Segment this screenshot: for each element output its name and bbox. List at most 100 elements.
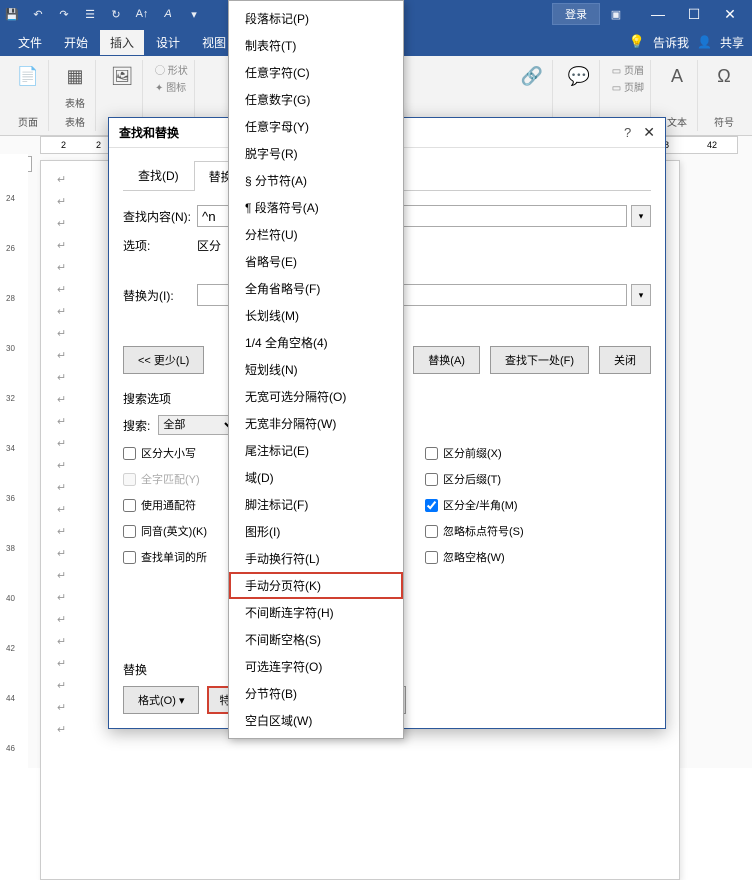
find-label: 查找内容(N):	[123, 208, 197, 225]
checkbox[interactable]	[123, 447, 136, 460]
checkbox-item[interactable]: 区分全/半角(M)	[425, 497, 524, 513]
ribbon-display-icon[interactable]: ▣	[608, 6, 624, 22]
special-format-dropdown: 段落标记(P)制表符(T)任意字符(C)任意数字(G)任意字母(Y)脱字号(R)…	[228, 0, 404, 739]
ribbon-table[interactable]: ▦ 表格 表格	[55, 60, 96, 131]
dropdown-item[interactable]: 任意字符(C)	[229, 59, 403, 86]
dropdown-item[interactable]: 分节符(B)	[229, 680, 403, 707]
checkbox[interactable]	[425, 525, 438, 538]
dropdown-item[interactable]: 尾注标记(E)	[229, 437, 403, 464]
close-icon[interactable]: ✕	[712, 3, 748, 25]
tell-me[interactable]: 告诉我	[653, 34, 689, 51]
dropdown-item[interactable]: 无宽可选分隔符(O)	[229, 383, 403, 410]
dropdown-item[interactable]: 图形(I)	[229, 518, 403, 545]
font-grow-icon[interactable]: A↑	[134, 6, 150, 22]
ribbon-page[interactable]: 📄 页面	[8, 60, 49, 131]
menu-design[interactable]: 设计	[146, 30, 190, 55]
checkbox[interactable]	[425, 551, 438, 564]
lightbulb-icon: 💡	[629, 34, 645, 50]
replace-label: 替换为(I):	[123, 287, 197, 304]
dropdown-item[interactable]: 不间断连字符(H)	[229, 599, 403, 626]
find-next-button[interactable]: 查找下一处(F)	[490, 346, 589, 374]
checkbox[interactable]	[123, 551, 136, 564]
paragraph-marks: ↵↵↵↵↵↵↵↵↵↵↵↵↵↵↵↵↵↵↵↵↵↵↵↵↵↵	[57, 169, 66, 741]
menu-home[interactable]: 开始	[54, 30, 98, 55]
text-icon: A	[663, 62, 691, 90]
dropdown-item[interactable]: 手动换行符(L)	[229, 545, 403, 572]
dropdown-item[interactable]: § 分节符(A)	[229, 167, 403, 194]
close-button[interactable]: 关闭	[599, 346, 651, 374]
picture-icon: 🖼	[108, 62, 136, 90]
tab-find[interactable]: 查找(D)	[123, 160, 194, 190]
minimize-icon[interactable]: —	[640, 3, 676, 25]
less-button[interactable]: << 更少(L)	[123, 346, 204, 374]
dropdown-item[interactable]: 分栏符(U)	[229, 221, 403, 248]
table-icon: ▦	[61, 62, 89, 90]
comment-icon: 💬	[565, 62, 593, 90]
shapes-item[interactable]: ◯ 形状	[155, 62, 188, 77]
save-icon[interactable]: 💾	[4, 6, 20, 22]
icons-item[interactable]: ✦ 图标	[155, 79, 188, 94]
checkbox-item[interactable]: 查找单词的所	[123, 549, 207, 565]
dropdown-item[interactable]: ¶ 段落符号(A)	[229, 194, 403, 221]
touch-icon[interactable]: ☰	[82, 6, 98, 22]
dropdown-item[interactable]: 全角省略号(F)	[229, 275, 403, 302]
dropdown-item[interactable]: 1/4 全角空格(4)	[229, 329, 403, 356]
checkbox-item[interactable]: 区分后缀(T)	[425, 471, 524, 487]
dropdown-item[interactable]: 脚注标记(F)	[229, 491, 403, 518]
symbol-icon: Ω	[710, 62, 738, 90]
qat-more-icon[interactable]: ▾	[186, 6, 202, 22]
checkbox[interactable]	[123, 499, 136, 512]
dropdown-item[interactable]: 长划线(M)	[229, 302, 403, 329]
dropdown-item[interactable]: 脱字号(R)	[229, 140, 403, 167]
dropdown-item[interactable]: 省略号(E)	[229, 248, 403, 275]
share-button[interactable]: 共享	[720, 34, 744, 51]
maximize-icon[interactable]: ☐	[676, 3, 712, 25]
checkbox[interactable]	[425, 473, 438, 486]
header-item[interactable]: ▭ 页眉	[612, 62, 644, 77]
dropdown-item[interactable]: 任意字母(Y)	[229, 113, 403, 140]
dropdown-item[interactable]: 无宽非分隔符(W)	[229, 410, 403, 437]
login-button[interactable]: 登录	[552, 3, 600, 25]
checkbox-item: 全字匹配(Y)	[123, 471, 207, 487]
dropdown-item[interactable]: 手动分页符(K)	[229, 572, 403, 599]
find-dropdown-icon[interactable]: ▾	[631, 205, 651, 227]
repeat-icon[interactable]: ↻	[108, 6, 124, 22]
checkbox[interactable]	[123, 525, 136, 538]
page-icon: 📄	[14, 62, 42, 90]
checkbox[interactable]	[425, 499, 438, 512]
checkbox-item[interactable]: 同音(英文)(K)	[123, 523, 207, 539]
replace-all-button[interactable]: 替换(A)	[413, 346, 480, 374]
checkbox[interactable]	[425, 447, 438, 460]
vertical-ruler[interactable]: 24 26 28 30 32 34 36 38 40 42 44 46	[0, 154, 28, 768]
quick-access-toolbar: 💾 ↶ ↷ ☰ ↻ A↑ A ▾	[4, 6, 202, 22]
redo-icon[interactable]: ↷	[56, 6, 72, 22]
help-icon[interactable]: ?	[624, 125, 631, 140]
checkbox-item[interactable]: 忽略空格(W)	[425, 549, 524, 565]
menu-insert[interactable]: 插入	[100, 30, 144, 55]
checkbox-item[interactable]: 使用通配符	[123, 497, 207, 513]
dropdown-item[interactable]: 空白区域(W)	[229, 707, 403, 734]
dropdown-item[interactable]: 段落标记(P)	[229, 5, 403, 32]
share-icon: 👤	[697, 35, 712, 49]
dropdown-item[interactable]: 域(D)	[229, 464, 403, 491]
footer-item[interactable]: ▭ 页脚	[612, 79, 644, 94]
dropdown-item[interactable]: 短划线(N)	[229, 356, 403, 383]
options-label: 选项:	[123, 237, 197, 254]
dropdown-item[interactable]: 不间断空格(S)	[229, 626, 403, 653]
dropdown-item[interactable]: 可选连字符(O)	[229, 653, 403, 680]
options-value: 区分	[197, 237, 221, 254]
undo-icon[interactable]: ↶	[30, 6, 46, 22]
checkbox-item[interactable]: 区分大小写	[123, 445, 207, 461]
search-direction-select[interactable]: 全部	[158, 415, 238, 435]
ribbon-symbols[interactable]: Ω 符号	[704, 60, 744, 131]
menu-file[interactable]: 文件	[8, 30, 52, 55]
dropdown-item[interactable]: 任意数字(G)	[229, 86, 403, 113]
checkbox-item[interactable]: 忽略标点符号(S)	[425, 523, 524, 539]
dropdown-item[interactable]: 制表符(T)	[229, 32, 403, 59]
dialog-close-icon[interactable]: ✕	[643, 124, 655, 141]
format-button[interactable]: 格式(O) ▾	[123, 686, 199, 714]
search-direction-label: 搜索:	[123, 417, 150, 434]
clear-format-icon[interactable]: A	[160, 6, 176, 22]
replace-dropdown-icon[interactable]: ▾	[631, 284, 651, 306]
checkbox-item[interactable]: 区分前缀(X)	[425, 445, 524, 461]
